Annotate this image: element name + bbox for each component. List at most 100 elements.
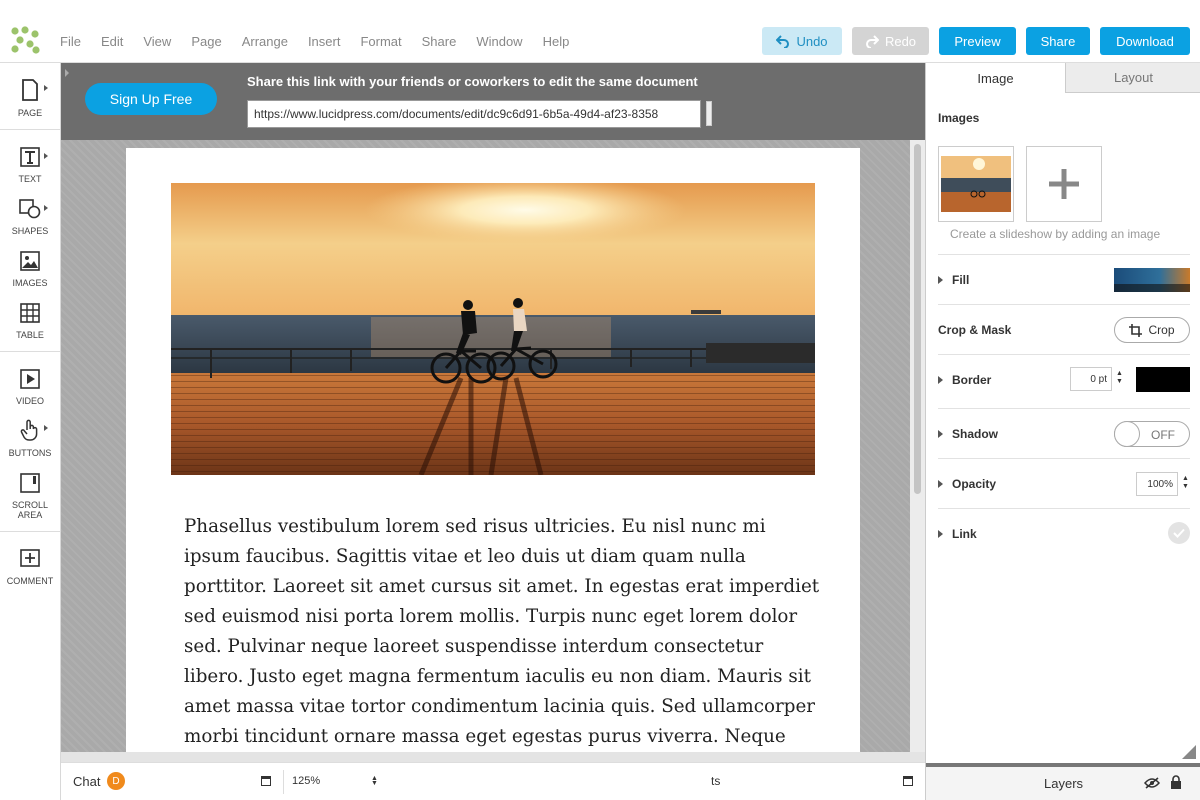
preview-button[interactable]: Preview	[939, 27, 1016, 55]
tool-text[interactable]: TEXT	[0, 147, 60, 184]
zoom-select[interactable]: 125%	[283, 770, 381, 794]
tab-layout[interactable]: Layout	[1065, 63, 1200, 93]
chat-label[interactable]: Chat	[73, 774, 100, 789]
video-icon	[20, 369, 40, 389]
collapse-arrow-icon[interactable]	[65, 69, 69, 77]
lock-icon[interactable]	[1170, 775, 1182, 789]
border-width-input[interactable]: 0 pt	[1070, 367, 1112, 391]
top-bar: File Edit View Page Arrange Insert Forma…	[0, 0, 1200, 63]
tool-video[interactable]: VIDEO	[0, 369, 60, 406]
body-text[interactable]: Phasellus vestibulum lorem sed risus ult…	[184, 512, 824, 752]
bottom-bar: Chat D 125% ▲ ▼ ts	[61, 762, 925, 800]
lucidpress-logo[interactable]	[10, 26, 40, 54]
opacity-spinner-icon[interactable]: ▲ ▼	[1182, 475, 1189, 491]
tool-images-label: IMAGES	[12, 278, 48, 288]
menu-edit[interactable]: Edit	[101, 34, 123, 49]
crop-button[interactable]: Crop	[1114, 317, 1190, 343]
redo-icon	[865, 35, 879, 48]
properties-panel: Image Layout Images Create a slideshow b…	[925, 63, 1200, 800]
share-message: Share this link with your friends or cow…	[247, 74, 698, 89]
tab-image[interactable]: Image	[926, 63, 1065, 93]
fill-row[interactable]: Fill	[938, 254, 1190, 304]
border-spinner-icon[interactable]: ▲ ▼	[1116, 370, 1123, 386]
share-link-input[interactable]	[247, 100, 701, 128]
divider	[0, 129, 60, 130]
scroll-area-icon	[20, 473, 40, 493]
chevron-right-icon	[44, 205, 48, 211]
tool-shapes-label: SHAPES	[11, 226, 49, 236]
menu-view[interactable]: View	[143, 34, 171, 49]
chevron-right-icon	[44, 85, 48, 91]
shadow-row[interactable]: Shadow OFF	[938, 408, 1190, 458]
download-button[interactable]: Download	[1100, 27, 1190, 55]
ts-label: ts	[711, 774, 721, 788]
menu-format[interactable]: Format	[360, 34, 401, 49]
tool-images[interactable]: IMAGES	[0, 251, 60, 288]
chevron-right-icon	[44, 153, 48, 159]
slideshow-hint: Create a slideshow by adding an image	[950, 227, 1161, 241]
maximize-chat-icon[interactable]	[261, 776, 271, 786]
plus-icon	[1049, 169, 1079, 199]
border-color-swatch[interactable]	[1136, 367, 1190, 392]
expand-caret-icon	[938, 480, 943, 488]
fill-label: Fill	[952, 273, 970, 287]
undo-button[interactable]: Undo	[762, 27, 842, 55]
shapes-icon	[19, 199, 41, 219]
crop-button-label: Crop	[1148, 323, 1175, 337]
tool-shapes[interactable]: SHAPES	[0, 199, 60, 236]
tool-comment[interactable]: COMMENT	[0, 549, 60, 586]
link-row[interactable]: Link	[938, 508, 1190, 558]
border-row[interactable]: Border 0 pt ▲ ▼	[938, 354, 1190, 408]
document-page: Phasellus vestibulum lorem sed risus ult…	[126, 148, 860, 752]
share-button[interactable]: Share	[1026, 27, 1090, 55]
resize-handle-icon[interactable]	[1182, 745, 1196, 759]
tool-scroll-area-label-2: AREA	[17, 510, 43, 520]
redo-button[interactable]: Redo	[852, 27, 929, 55]
text-icon	[20, 147, 40, 167]
opacity-input[interactable]: 100%	[1136, 472, 1178, 496]
maximize-panel-icon[interactable]	[903, 776, 913, 786]
image-thumbnail[interactable]	[938, 146, 1014, 222]
menu-arrange[interactable]: Arrange	[242, 34, 288, 49]
images-section-title: Images	[938, 111, 980, 125]
divider	[0, 351, 60, 352]
menu-share[interactable]: Share	[422, 34, 457, 49]
zoom-spinner-icon[interactable]: ▲ ▼	[371, 775, 378, 787]
comment-add-icon	[20, 549, 40, 567]
checkmark-icon[interactable]	[1168, 522, 1190, 544]
layers-bar[interactable]: Layers	[926, 763, 1200, 800]
share-banner: Sign Up Free Share this link with your f…	[61, 63, 925, 140]
menu-page[interactable]: Page	[191, 34, 221, 49]
vertical-scrollbar[interactable]	[910, 140, 925, 752]
sunset-bicycle-photo[interactable]	[171, 183, 815, 475]
tool-page[interactable]: PAGE	[0, 79, 60, 118]
expand-caret-icon	[938, 276, 943, 284]
crop-mask-row: Crop & Mask Crop	[938, 304, 1190, 354]
menu-help[interactable]: Help	[543, 34, 570, 49]
scrollbar-thumb[interactable]	[914, 144, 921, 494]
tool-buttons[interactable]: BUTTONS	[0, 419, 60, 458]
menu-window[interactable]: Window	[476, 34, 522, 49]
tool-buttons-label: BUTTONS	[8, 448, 52, 458]
sign-up-button[interactable]: Sign Up Free	[85, 83, 217, 115]
opacity-row[interactable]: Opacity 100% ▲ ▼	[938, 458, 1190, 508]
opacity-label: Opacity	[952, 477, 997, 491]
crop-mask-label: Crop & Mask	[938, 323, 1012, 337]
expand-caret-icon	[938, 530, 943, 538]
fill-image-swatch[interactable]	[1114, 268, 1190, 292]
menu-insert[interactable]: Insert	[308, 34, 341, 49]
tool-table[interactable]: TABLE	[0, 303, 60, 340]
eye-hidden-icon[interactable]	[1144, 777, 1160, 789]
expand-caret-icon	[938, 430, 943, 438]
tool-page-label: PAGE	[17, 108, 43, 118]
hand-pointer-icon	[20, 419, 38, 441]
link-label: Link	[952, 527, 977, 541]
copy-link-button[interactable]	[706, 101, 712, 126]
tool-video-label: VIDEO	[15, 396, 44, 406]
menu-file[interactable]: File	[60, 34, 81, 49]
shadow-toggle[interactable]: OFF	[1114, 421, 1190, 447]
shadow-label: Shadow	[952, 427, 999, 441]
document-canvas: Phasellus vestibulum lorem sed risus ult…	[61, 140, 925, 752]
tool-scroll-area[interactable]: SCROLL AREA	[0, 473, 60, 520]
add-image-button[interactable]	[1026, 146, 1102, 222]
